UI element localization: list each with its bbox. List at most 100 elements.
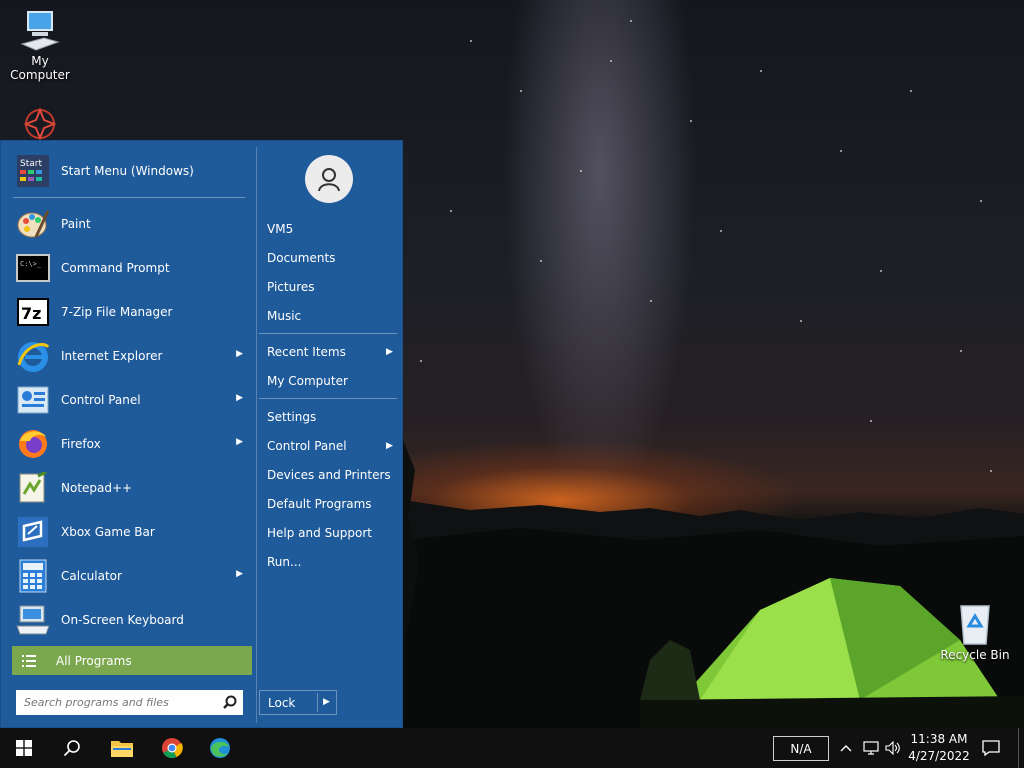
paint-icon bbox=[15, 206, 51, 242]
program-label: Control Panel bbox=[61, 393, 141, 407]
split-divider bbox=[317, 693, 318, 712]
submenu-arrow-icon: ▶ bbox=[236, 569, 243, 579]
user-icon bbox=[318, 168, 340, 192]
user-folder-link[interactable]: VM5 bbox=[267, 222, 293, 236]
search-placeholder: Search programs and files bbox=[24, 696, 169, 709]
program-control-panel[interactable]: Control Panel ▶ bbox=[7, 378, 251, 422]
program-start-menu-windows[interactable]: Start Start Menu (Windows) bbox=[7, 149, 251, 193]
windows-logo-icon bbox=[16, 740, 32, 756]
column-divider bbox=[256, 147, 257, 723]
chrome-button[interactable] bbox=[148, 728, 196, 768]
program-label: Calculator bbox=[61, 569, 122, 583]
program-label: Start Menu (Windows) bbox=[61, 164, 194, 178]
help-support-link[interactable]: Help and Support bbox=[267, 526, 372, 540]
default-programs-link[interactable]: Default Programs bbox=[267, 497, 372, 511]
all-programs-label: All Programs bbox=[56, 653, 132, 668]
notepadpp-icon bbox=[15, 470, 51, 506]
network-icon bbox=[863, 741, 879, 755]
start-button[interactable] bbox=[0, 728, 48, 768]
program-calculator[interactable]: Calculator ▶ bbox=[7, 554, 251, 598]
xbox-game-bar-icon bbox=[15, 514, 51, 550]
start-menu: Start Start Menu (Windows) Paint C:\>_ C… bbox=[0, 140, 403, 728]
control-panel-link[interactable]: Control Panel bbox=[267, 439, 347, 453]
recycle-bin-icon bbox=[960, 605, 990, 645]
pictures-link[interactable]: Pictures bbox=[267, 280, 315, 294]
internet-explorer-icon bbox=[15, 338, 51, 374]
separator bbox=[259, 398, 397, 399]
program-firefox[interactable]: Firefox ▶ bbox=[7, 422, 251, 466]
program-command-prompt[interactable]: C:\>_ Command Prompt bbox=[7, 246, 251, 290]
svg-text:7z: 7z bbox=[21, 304, 41, 323]
clock[interactable]: 11:38 AM 4/27/2022 bbox=[906, 731, 972, 765]
all-programs-button[interactable]: All Programs bbox=[12, 646, 252, 675]
red-logo-desktop-icon[interactable] bbox=[0, 104, 80, 142]
program-7-zip[interactable]: 7z 7-Zip File Manager bbox=[7, 290, 251, 334]
taskbar: N/A 11:38 AM 4/27/2022 bbox=[0, 728, 1024, 768]
computer-icon bbox=[20, 11, 60, 51]
show-desktop-button[interactable] bbox=[1018, 728, 1024, 768]
action-center-button[interactable] bbox=[982, 739, 1000, 757]
settings-link[interactable]: Settings bbox=[267, 410, 316, 424]
chrome-icon bbox=[162, 738, 183, 759]
folder-icon bbox=[111, 741, 133, 757]
program-label: Internet Explorer bbox=[61, 349, 163, 363]
recent-items-link[interactable]: Recent Items bbox=[267, 345, 346, 359]
clock-date: 4/27/2022 bbox=[908, 749, 970, 763]
music-link[interactable]: Music bbox=[267, 309, 301, 323]
chevron-up-icon bbox=[840, 745, 852, 752]
program-label: Notepad++ bbox=[61, 481, 133, 495]
program-label: Paint bbox=[61, 217, 91, 231]
power-options-arrow-icon[interactable]: ▶ bbox=[323, 697, 330, 707]
edge-icon bbox=[210, 738, 230, 758]
search-button[interactable] bbox=[48, 728, 96, 768]
pinned-programs-list: Start Start Menu (Windows) Paint C:\>_ C… bbox=[7, 149, 251, 642]
show-hidden-icons-button[interactable] bbox=[837, 739, 855, 757]
program-label: 7-Zip File Manager bbox=[61, 305, 173, 319]
notification-icon bbox=[982, 740, 1000, 756]
command-prompt-icon: C:\>_ bbox=[15, 250, 51, 286]
seven-zip-icon: 7z bbox=[15, 294, 51, 330]
control-panel-icon bbox=[15, 382, 51, 418]
program-internet-explorer[interactable]: Internet Explorer ▶ bbox=[7, 334, 251, 378]
file-explorer-button[interactable] bbox=[98, 728, 146, 768]
devices-printers-link[interactable]: Devices and Printers bbox=[267, 468, 391, 482]
program-label: On-Screen Keyboard bbox=[61, 613, 184, 627]
recycle-bin-label: Recycle Bin bbox=[940, 648, 1010, 662]
program-label: Firefox bbox=[61, 437, 101, 451]
search-input[interactable]: Search programs and files bbox=[16, 690, 243, 715]
program-on-screen-keyboard[interactable]: On-Screen Keyboard bbox=[7, 598, 251, 642]
svg-text:Start: Start bbox=[20, 159, 42, 169]
network-button[interactable] bbox=[862, 739, 880, 757]
list-icon bbox=[22, 654, 36, 667]
edge-button[interactable] bbox=[196, 728, 244, 768]
my-computer-link[interactable]: My Computer bbox=[267, 374, 348, 388]
speaker-icon bbox=[885, 741, 900, 755]
my-computer-label: My Computer bbox=[10, 54, 70, 82]
recycle-bin-desktop-icon[interactable]: Recycle Bin bbox=[935, 600, 1015, 662]
search-icon bbox=[223, 695, 237, 709]
submenu-arrow-icon: ▶ bbox=[386, 347, 393, 357]
separator bbox=[259, 333, 397, 334]
program-paint[interactable]: Paint bbox=[7, 202, 251, 246]
user-avatar[interactable] bbox=[305, 155, 353, 203]
clock-time: 11:38 AM bbox=[910, 732, 968, 746]
tray-na-indicator[interactable]: N/A bbox=[773, 736, 829, 761]
run-link[interactable]: Run... bbox=[267, 555, 301, 569]
lock-button[interactable]: Lock ▶ bbox=[259, 690, 337, 715]
program-notepadpp[interactable]: Notepad++ bbox=[7, 466, 251, 510]
my-computer-desktop-icon[interactable]: My Computer bbox=[0, 8, 80, 82]
firefox-icon bbox=[15, 426, 51, 462]
submenu-arrow-icon: ▶ bbox=[236, 349, 243, 359]
calculator-icon bbox=[15, 558, 51, 594]
search-icon bbox=[63, 740, 80, 757]
red-star-logo-icon bbox=[23, 107, 57, 140]
on-screen-keyboard-icon bbox=[15, 602, 51, 638]
start-menu-icon: Start bbox=[15, 153, 51, 189]
submenu-arrow-icon: ▶ bbox=[236, 393, 243, 403]
documents-link[interactable]: Documents bbox=[267, 251, 335, 265]
separator bbox=[13, 197, 245, 198]
svg-text:C:\>_: C:\>_ bbox=[20, 260, 42, 268]
submenu-arrow-icon: ▶ bbox=[386, 441, 393, 451]
volume-button[interactable] bbox=[884, 739, 902, 757]
program-xbox-game-bar[interactable]: Xbox Game Bar bbox=[7, 510, 251, 554]
